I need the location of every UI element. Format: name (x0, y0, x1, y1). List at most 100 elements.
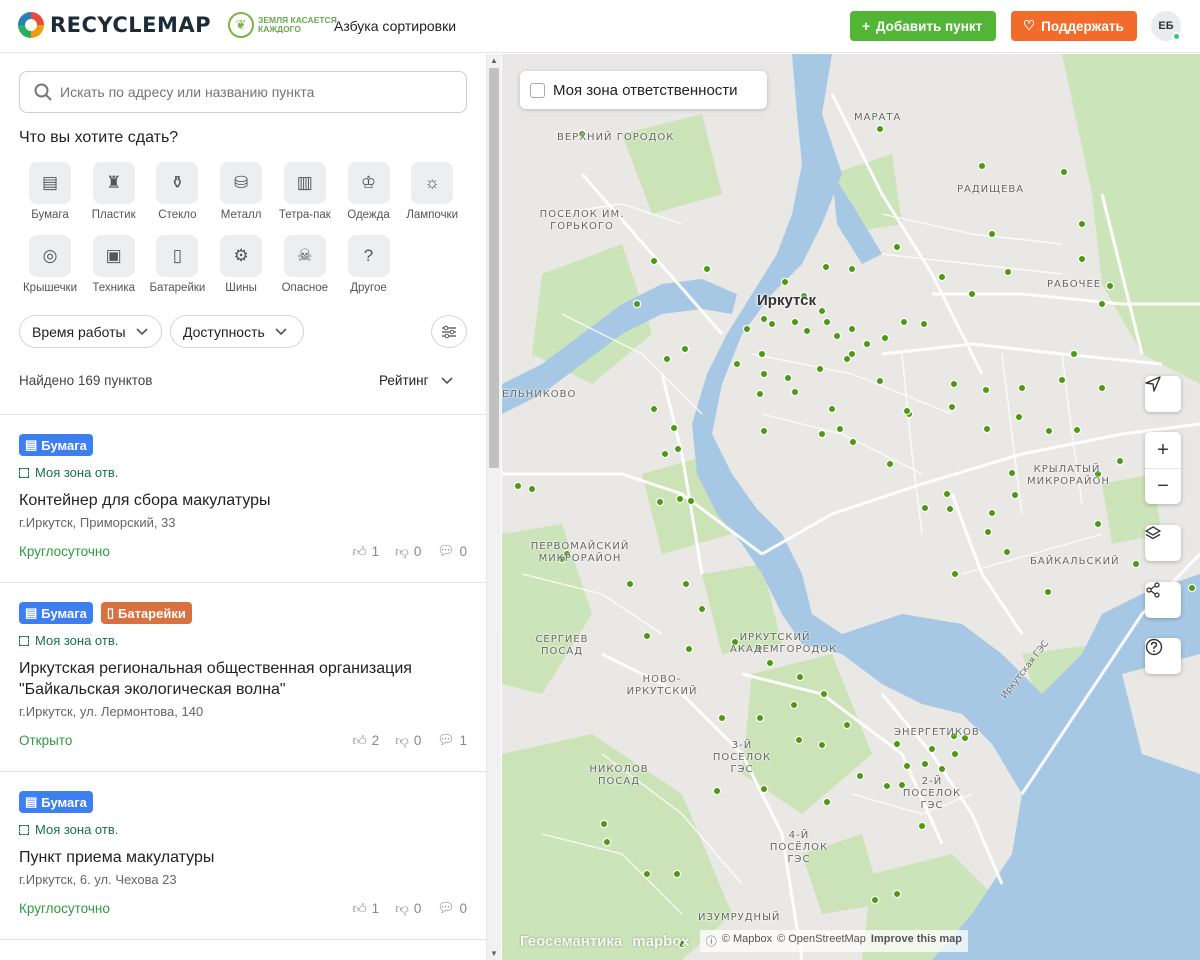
recycle-point-marker[interactable] (855, 771, 865, 781)
recycle-point-marker[interactable] (1097, 299, 1107, 309)
recycle-point-marker[interactable] (1131, 559, 1141, 569)
like-button[interactable]: 👍︎ 1 (353, 543, 380, 560)
recycle-point-marker[interactable] (625, 579, 635, 589)
recycle-point-marker[interactable] (817, 740, 827, 750)
recycle-point-marker[interactable] (880, 333, 890, 343)
responsibility-zone-button[interactable]: Моя зона отв. (19, 465, 467, 480)
recycle-point-marker[interactable] (759, 369, 769, 379)
recycle-point-marker[interactable] (767, 319, 777, 329)
recycle-point-marker[interactable] (1003, 267, 1013, 277)
category-glass-bottle[interactable]: ⚱ Стекло (141, 162, 213, 221)
recycle-point-marker[interactable] (821, 262, 831, 272)
recycle-point-marker[interactable] (1097, 383, 1107, 393)
recycle-point-marker[interactable] (686, 496, 696, 506)
recycle-point-marker[interactable] (842, 720, 852, 730)
responsibility-zone-button[interactable]: Моя зона отв. (19, 822, 467, 837)
recycle-point-marker[interactable] (919, 319, 929, 329)
sidebar-scrollbar[interactable]: ▲ ▼ (486, 54, 501, 960)
recycle-point-marker[interactable] (780, 277, 790, 287)
dislike-button[interactable]: 👎︎ 0 (395, 900, 421, 917)
filter-settings-button[interactable] (431, 315, 467, 348)
recycle-point-marker[interactable] (817, 429, 827, 439)
category-tetra-pak[interactable]: ▥ Тетра-пак (269, 162, 341, 221)
recycle-point-marker[interactable] (642, 631, 652, 641)
info-icon[interactable]: ⓘ (706, 933, 717, 949)
recycle-point-marker[interactable] (672, 869, 682, 879)
recycle-point-marker[interactable] (669, 423, 679, 433)
recycle-point-marker[interactable] (819, 689, 829, 699)
card-title[interactable]: Пункт приема макулатуры (19, 847, 467, 868)
recycle-point-marker[interactable] (862, 339, 872, 349)
recycle-point-marker[interactable] (847, 324, 857, 334)
search-input[interactable] (60, 84, 440, 100)
category-hazard[interactable]: ☠ Опасное (269, 235, 341, 294)
sort-dropdown[interactable]: Рейтинг (379, 373, 453, 388)
attribution-osm[interactable]: © OpenStreetMap (777, 933, 866, 949)
recycle-point-marker[interactable] (1069, 349, 1079, 359)
user-avatar[interactable]: ЕБ (1151, 11, 1181, 41)
recycle-point-marker[interactable] (1057, 375, 1067, 385)
recycle-point-marker[interactable] (822, 797, 832, 807)
attribution-mapbox[interactable]: © Mapbox (722, 933, 772, 949)
recycle-point-marker[interactable] (602, 837, 612, 847)
recycle-point-marker[interactable] (835, 424, 845, 434)
geosemantika-logo[interactable]: Геосемантика (520, 933, 622, 950)
card-title[interactable]: Иркутская региональная общественная орга… (19, 658, 467, 700)
responsibility-zone-toggle[interactable]: Моя зона ответственности (520, 71, 767, 109)
recycle-point-marker[interactable] (795, 672, 805, 682)
recycle-point-marker[interactable] (827, 404, 837, 414)
scroll-down-arrow[interactable]: ▼ (490, 949, 498, 958)
recycle-point-marker[interactable] (899, 317, 909, 327)
category-lamp[interactable]: ☼ Лампочки (396, 162, 468, 221)
recycle-point-marker[interactable] (917, 821, 927, 831)
point-card[interactable]: ▤ Бумага Моя зона отв. Контейнер для сбора … (0, 415, 486, 583)
recycle-point-marker[interactable] (1115, 456, 1125, 466)
recycle-point-marker[interactable] (789, 700, 799, 710)
improve-map-link[interactable]: Improve this map (871, 933, 962, 949)
map[interactable]: ВЕРХНИЙ ГОРОДОК ПОСЕЛОК ИМ. ГОРЬКОГО МАР… (502, 54, 1200, 960)
recycle-point-marker[interactable] (513, 481, 523, 491)
share-button[interactable] (1145, 582, 1181, 618)
recycle-point-marker[interactable] (649, 256, 659, 266)
category-clothes[interactable]: ♔ Одежда (333, 162, 405, 221)
recycle-point-marker[interactable] (742, 324, 752, 334)
recycle-point-marker[interactable] (662, 354, 672, 364)
recycle-point-marker[interactable] (1093, 519, 1103, 529)
point-card[interactable]: ▤ Бумага ▯ Батарейки Моя зона отв. Иркутская … (0, 583, 486, 772)
recycle-point-marker[interactable] (794, 735, 804, 745)
category-bottle-cap[interactable]: ◎ Крышечки (14, 235, 86, 294)
category-appliance[interactable]: ▣ Техника (78, 235, 150, 294)
comments-button[interactable]: 💬︎ 1 (437, 732, 467, 749)
recycle-point-marker[interactable] (885, 459, 895, 469)
recycle-point-marker[interactable] (599, 819, 609, 829)
recycle-point-marker[interactable] (1187, 583, 1197, 593)
recycle-point-marker[interactable] (987, 508, 997, 518)
recycle-point-marker[interactable] (759, 314, 769, 324)
recycle-point-marker[interactable] (649, 404, 659, 414)
recycle-point-marker[interactable] (817, 306, 827, 316)
category-paper[interactable]: ▤ Бумага (14, 162, 86, 221)
recycle-point-marker[interactable] (937, 764, 947, 774)
recycle-point-marker[interactable] (1072, 425, 1082, 435)
recycle-point-marker[interactable] (822, 317, 832, 327)
recycle-point-marker[interactable] (702, 264, 712, 274)
recycle-point-marker[interactable] (982, 424, 992, 434)
recycle-point-marker[interactable] (1043, 587, 1053, 597)
recycle-point-marker[interactable] (987, 229, 997, 239)
dislike-button[interactable]: 👎︎ 0 (395, 732, 421, 749)
recycle-point-marker[interactable] (759, 784, 769, 794)
recycle-point-marker[interactable] (759, 426, 769, 436)
recycle-point-marker[interactable] (655, 497, 665, 507)
zoom-in-button[interactable]: + (1145, 432, 1181, 468)
recycle-point-marker[interactable] (765, 658, 775, 668)
recycle-point-marker[interactable] (1044, 426, 1054, 436)
recycle-point-marker[interactable] (920, 759, 930, 769)
mapbox-logo[interactable]: mapbox (632, 933, 690, 950)
point-card[interactable]: ▤ Бумага Моя зона отв. Пункт приема макулат… (0, 772, 486, 940)
category-question[interactable]: ? Другое (333, 235, 405, 294)
recycle-point-marker[interactable] (920, 503, 930, 513)
recycle-point-marker[interactable] (847, 264, 857, 274)
map-canvas[interactable] (502, 54, 1200, 960)
recycle-point-marker[interactable] (875, 376, 885, 386)
recycle-point-marker[interactable] (947, 402, 957, 412)
